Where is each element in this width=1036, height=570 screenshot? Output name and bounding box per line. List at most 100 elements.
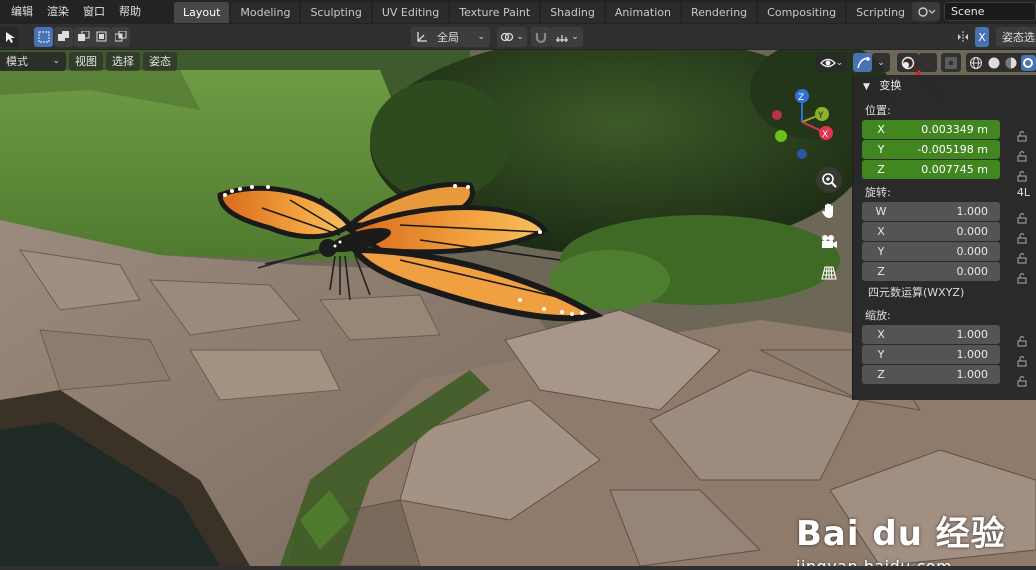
mirror-options-button[interactable]: [953, 27, 973, 47]
tab-layout[interactable]: Layout: [174, 2, 230, 23]
zoom-button[interactable]: [816, 167, 842, 193]
location-x-field[interactable]: X 0.003349 m: [862, 120, 1000, 139]
scale-y-field[interactable]: Y 1.000: [862, 345, 1000, 364]
tab-sculpting[interactable]: Sculpting: [301, 2, 371, 23]
lock-icon[interactable]: [1016, 272, 1034, 335]
magnet-icon: [535, 33, 547, 44]
rotation-x-field[interactable]: X 0.000: [862, 222, 1000, 241]
tab-shading[interactable]: Shading: [541, 2, 604, 23]
transform-sidebar-panel: ▼ 变换 位置: X 0.003349 m Y -0.005198 m Z 0.…: [852, 75, 1036, 400]
axis-label: Y: [877, 348, 885, 361]
interaction-mode-dropdown[interactable]: 模式 ⌄: [0, 51, 66, 71]
viewport-menu-select[interactable]: 选择: [106, 51, 140, 71]
select-extend-button[interactable]: [54, 27, 73, 47]
gizmo-z-label: Z: [798, 93, 804, 103]
gizmo-options-dropdown[interactable]: ⌄: [872, 53, 890, 72]
transform-orientation-dropdown[interactable]: 全局 ⌄: [411, 27, 490, 47]
tab-rendering[interactable]: Rendering: [681, 2, 757, 23]
field-value: 1.000: [956, 205, 989, 218]
rotation-label-row: 旋转: 4L: [853, 185, 1036, 201]
rotation-y-field[interactable]: Y 0.000: [862, 242, 1000, 261]
pivot-point-dropdown[interactable]: ⌄: [497, 27, 527, 47]
perspective-toggle-button[interactable]: [816, 260, 842, 286]
rendered-shading-icon: [1023, 57, 1034, 68]
select-subtract-button[interactable]: [74, 27, 93, 47]
lock-icon[interactable]: [1016, 252, 1034, 272]
lock-icon[interactable]: [1016, 335, 1034, 355]
select-intersect-button[interactable]: [111, 27, 130, 47]
xray-toggle[interactable]: [941, 53, 961, 72]
lock-icon[interactable]: [1016, 232, 1034, 252]
chevron-down-icon: ⌄: [835, 57, 844, 68]
viewport-menu-view[interactable]: 视图: [69, 51, 103, 71]
axis-label: Y: [877, 245, 885, 258]
viewport-menu-pose[interactable]: 姿态: [143, 51, 177, 71]
tool-header: 全局 ⌄ ⌄ ⌄ X 姿态选: [0, 24, 1036, 50]
location-label: 位置:: [865, 104, 891, 117]
watermark-logo: Bai du 经验: [796, 514, 1006, 554]
tab-texture-paint[interactable]: Texture Paint: [450, 2, 540, 23]
visibility-dropdown[interactable]: ⌄: [816, 53, 847, 72]
lock-icon[interactable]: [1016, 375, 1034, 395]
location-z-field[interactable]: Z 0.007745 m: [862, 160, 1000, 179]
menu-render[interactable]: 渲染: [40, 0, 76, 24]
select-box-mode-button[interactable]: [34, 27, 53, 47]
wireframe-shading-icon[interactable]: [969, 56, 983, 70]
location-y-field[interactable]: Y -0.005198 m: [862, 140, 1000, 159]
collapse-triangle-icon: ▼: [863, 82, 870, 92]
tab-scripting[interactable]: Scripting: [847, 2, 915, 23]
baidu-jingyan-watermark: Bai du 经验 jingyan.baidu.com: [796, 506, 1006, 566]
camera-view-button[interactable]: [816, 229, 842, 255]
viewport-navigation-tools: [816, 167, 842, 291]
gizmo-toggle[interactable]: [853, 53, 872, 72]
snap-target-dropdown[interactable]: ⌄: [551, 27, 583, 47]
gizmo-icon: [856, 56, 870, 68]
gizmo-x-label: X: [822, 130, 828, 140]
rotation-w-field[interactable]: W 1.000: [862, 202, 1000, 221]
lock-icon[interactable]: [1016, 170, 1034, 212]
eye-icon: [819, 58, 836, 67]
chevron-down-icon: ⌄: [477, 32, 485, 42]
lock-icon[interactable]: [1016, 355, 1034, 375]
lock-icon[interactable]: [1016, 212, 1034, 232]
field-value: 1.000: [956, 328, 989, 341]
snap-toggle[interactable]: [531, 27, 551, 47]
select-tool-button[interactable]: [0, 27, 19, 47]
mirror-x-toggle[interactable]: X: [975, 27, 989, 47]
select-new-icon: [38, 31, 49, 43]
mirror-icon: [958, 31, 968, 43]
menu-edit[interactable]: 编辑: [4, 0, 40, 24]
overlay-options-dropdown[interactable]: [919, 53, 937, 72]
scale-z-field[interactable]: Z 1.000: [862, 365, 1000, 384]
orientation-axes-icon: [417, 32, 427, 42]
scene-name-field[interactable]: Scene: [944, 2, 1036, 21]
overlay-toggle[interactable]: [897, 53, 919, 72]
select-invert-button[interactable]: [92, 27, 111, 47]
rotation-z-field[interactable]: Z 0.000: [862, 262, 1000, 281]
material-shading-icon[interactable]: [1003, 56, 1018, 70]
rotation-mode-dropdown[interactable]: 四元数运算(WXYZ): [862, 283, 1036, 302]
chevron-down-icon: ⌄: [52, 55, 60, 66]
chevron-down-icon: ⌄: [877, 57, 885, 68]
menu-help[interactable]: 帮助: [112, 0, 148, 24]
lock-icons-column: [1016, 130, 1034, 395]
3d-viewport[interactable]: Z Y X 模式 ⌄ 视图 选择 姿态 ⌄ ⌄ ▼ 变换 位置: X 0.003…: [0, 50, 1036, 566]
tab-compositing[interactable]: Compositing: [758, 2, 846, 23]
rendered-shading-button[interactable]: [1020, 54, 1036, 71]
pose-options-button[interactable]: 姿态选: [996, 27, 1036, 47]
tab-uv-editing[interactable]: UV Editing: [372, 2, 449, 23]
transform-panel-header[interactable]: ▼ 变换: [853, 75, 1036, 97]
scale-x-field[interactable]: X 1.000: [862, 325, 1000, 344]
scene-browse-button[interactable]: [912, 2, 940, 21]
axis-label: X: [877, 328, 885, 341]
shading-mode-buttons: [966, 53, 1036, 72]
field-value: -0.005198 m: [917, 143, 988, 156]
tab-modeling[interactable]: Modeling: [231, 2, 300, 23]
lock-icon[interactable]: [1016, 130, 1034, 150]
solid-shading-icon[interactable]: [986, 56, 1001, 70]
menu-window[interactable]: 窗口: [76, 0, 112, 24]
tab-animation[interactable]: Animation: [605, 2, 680, 23]
lock-icon[interactable]: [1016, 150, 1034, 170]
pan-button[interactable]: [816, 198, 842, 224]
cursor-arrow-icon: [5, 32, 15, 43]
